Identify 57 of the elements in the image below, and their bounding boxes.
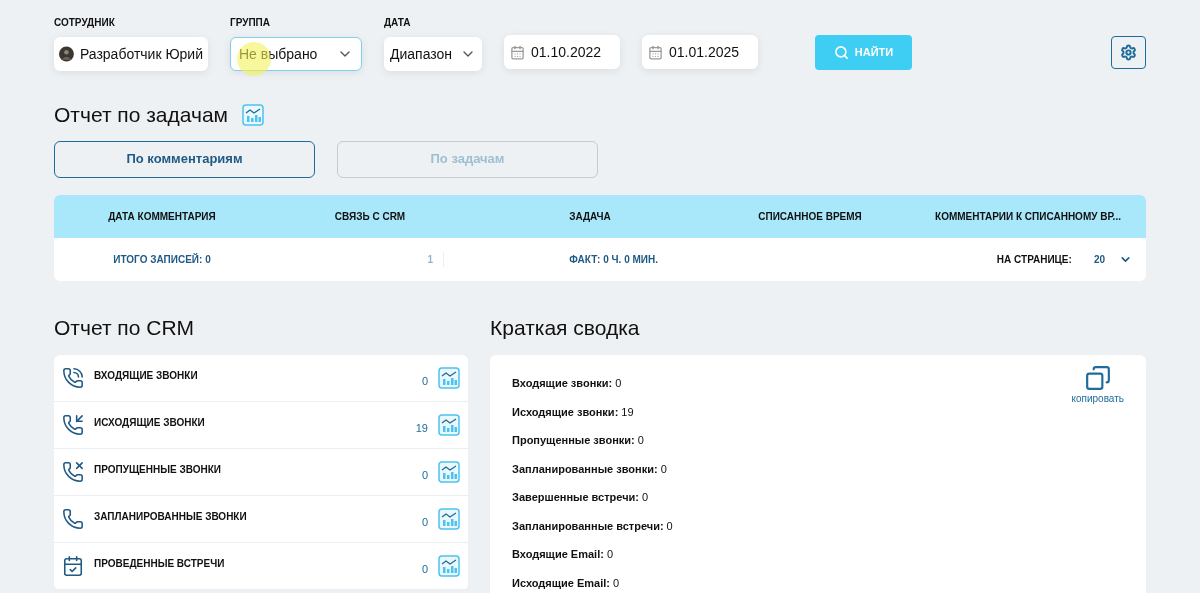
phone-waves-icon — [62, 367, 84, 389]
section-title: Отчет по CRM — [54, 314, 196, 341]
chart-icon[interactable] — [242, 103, 265, 126]
field-label: ГРУППА — [230, 16, 272, 30]
group-select[interactable]: Не выбрано — [230, 37, 362, 71]
column-header: ЗАДАЧА — [568, 209, 612, 224]
summary-line: Запланированные встречи: 0 — [512, 518, 673, 534]
calendar-icon — [648, 44, 663, 60]
employee-select[interactable]: Разработчик Юрий — [54, 37, 208, 71]
crm-count: 0 — [421, 561, 428, 577]
phone-icon — [62, 508, 84, 530]
settings-button[interactable] — [1111, 36, 1146, 69]
search-icon — [833, 45, 849, 60]
date-to-field[interactable]: 01.01.2025 — [642, 35, 758, 69]
crm-row[interactable]: ВХОДЯЩИЕ ЗВОНКИ 0 — [54, 355, 468, 402]
column-header: СПИСАННОЕ ВРЕМЯ — [757, 209, 863, 224]
fact-time: ФАКТ: 0 Ч. 0 МИН. — [568, 252, 659, 267]
phone-arrow-icon — [62, 414, 84, 436]
crm-row[interactable]: ИСХОДЯЩИЕ ЗВОНКИ 19 — [54, 402, 468, 449]
summary-line: Завершенные встречи: 0 — [512, 490, 650, 505]
section-title: Краткая сводка — [490, 314, 641, 341]
crm-count: 0 — [421, 514, 428, 530]
copy-button[interactable]: копировать — [1071, 365, 1124, 406]
summary-line: Запланированные звонки: 0 — [512, 461, 668, 477]
settings-icon — [1120, 44, 1137, 61]
summary-line: Исходящие Email: 0 — [512, 575, 621, 591]
summary-line: Входящие звонки: 0 — [512, 376, 623, 391]
chart-icon[interactable] — [438, 414, 460, 436]
summary-line: Исходящие звонки: 19 — [512, 404, 635, 420]
date-mode-select[interactable]: Диапазон — [384, 37, 482, 71]
crm-count: 0 — [421, 467, 428, 483]
field-label: ДАТА — [384, 16, 412, 30]
chart-icon[interactable] — [438, 555, 460, 577]
chart-icon[interactable] — [438, 461, 460, 483]
crm-row[interactable]: ПРОПУЩЕННЫЕ ЗВОНКИ 0 — [54, 449, 468, 496]
calendar-icon — [510, 44, 525, 60]
calendar-check-icon — [62, 555, 84, 577]
date-from-field[interactable]: 01.10.2022 — [504, 35, 620, 69]
summary-line: Входящие Email: 0 — [512, 547, 615, 562]
total-count: ИТОГО ЗАПИСЕЙ: 0 — [112, 252, 212, 267]
phone-cross-icon — [62, 461, 84, 483]
section-title: Отчет по задачам — [54, 102, 229, 128]
column-header: КОММЕНТАРИИ К СПИСАННОМУ ВР... — [934, 209, 1122, 224]
crm-row[interactable]: ЗАПЛАНИРОВАННЫЕ ЗВОНКИ 0 — [54, 496, 468, 543]
copy-icon — [1084, 365, 1111, 391]
column-header: ДАТА КОММЕНТАРИЯ — [107, 209, 217, 224]
column-header: СВЯЗЬ С CRM — [333, 209, 407, 224]
per-page-select[interactable]: 20 — [1093, 251, 1132, 267]
summary-line: Пропущенные звонки: 0 — [512, 433, 645, 448]
chart-icon[interactable] — [438, 367, 460, 389]
crm-count: 0 — [421, 373, 428, 389]
crm-count: 19 — [415, 420, 428, 436]
tab[interactable]: По комментариям — [54, 140, 315, 178]
chart-icon[interactable] — [438, 508, 460, 530]
per-page-label: НА СТРАНИЦЕ: — [996, 252, 1072, 267]
crm-row[interactable]: ПРОВЕДЕННЫЕ ВСТРЕЧИ 0 — [54, 543, 468, 590]
field-label: СОТРУДНИК — [54, 16, 116, 30]
